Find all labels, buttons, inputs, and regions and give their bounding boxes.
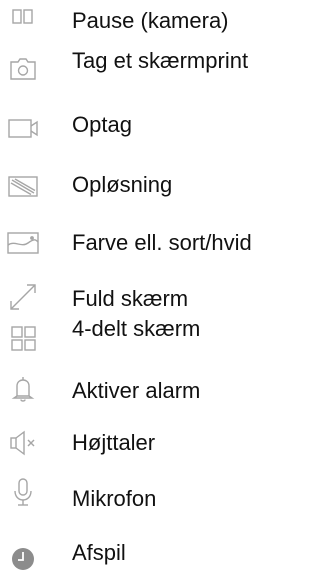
legend-label: Afspil: [72, 540, 126, 565]
camera-icon: [6, 52, 40, 86]
speaker-muted-icon: [6, 426, 40, 460]
legend-row-record: Optag: [0, 100, 332, 140]
microphone-icon: [6, 476, 40, 510]
legend-row-alarm: Aktiver alarm: [0, 366, 332, 406]
icon-legend: Pause (kamera) Tag et skærmprint Optag O…: [0, 0, 332, 578]
legend-label: Optag: [72, 112, 132, 137]
playback-icon: [6, 542, 40, 576]
split-screen-icon: [6, 322, 40, 356]
legend-row-split: 4-delt skærm: [0, 306, 332, 351]
legend-label: Opløsning: [72, 172, 173, 197]
legend-label: Farve ell. sort/hvid: [72, 230, 252, 255]
video-camera-icon: [6, 112, 40, 146]
pause-icon: [6, 4, 40, 38]
legend-label: Pause (kamera): [72, 8, 229, 33]
legend-row-speaker: Højttaler: [0, 418, 332, 458]
legend-label: Højttaler: [72, 430, 156, 455]
legend-label: Tag et skærmprint: [72, 48, 249, 73]
legend-label: Aktiver alarm: [72, 378, 201, 403]
legend-row-screenshot: Tag et skærmprint: [0, 38, 332, 80]
legend-row-playback: Afspil: [0, 534, 332, 574]
color-bw-icon: [6, 226, 40, 260]
legend-row-pause: Pause (kamera): [0, 0, 332, 40]
resolution-icon: [6, 170, 40, 204]
legend-label: Mikrofon: [72, 486, 157, 511]
legend-row-microphone: Mikrofon: [0, 474, 332, 514]
legend-label: 4-delt skærm: [72, 316, 201, 341]
legend-row-resolution: Opløsning: [0, 160, 332, 200]
legend-row-color: Farve ell. sort/hvid: [0, 216, 332, 256]
bell-icon: [6, 372, 40, 406]
